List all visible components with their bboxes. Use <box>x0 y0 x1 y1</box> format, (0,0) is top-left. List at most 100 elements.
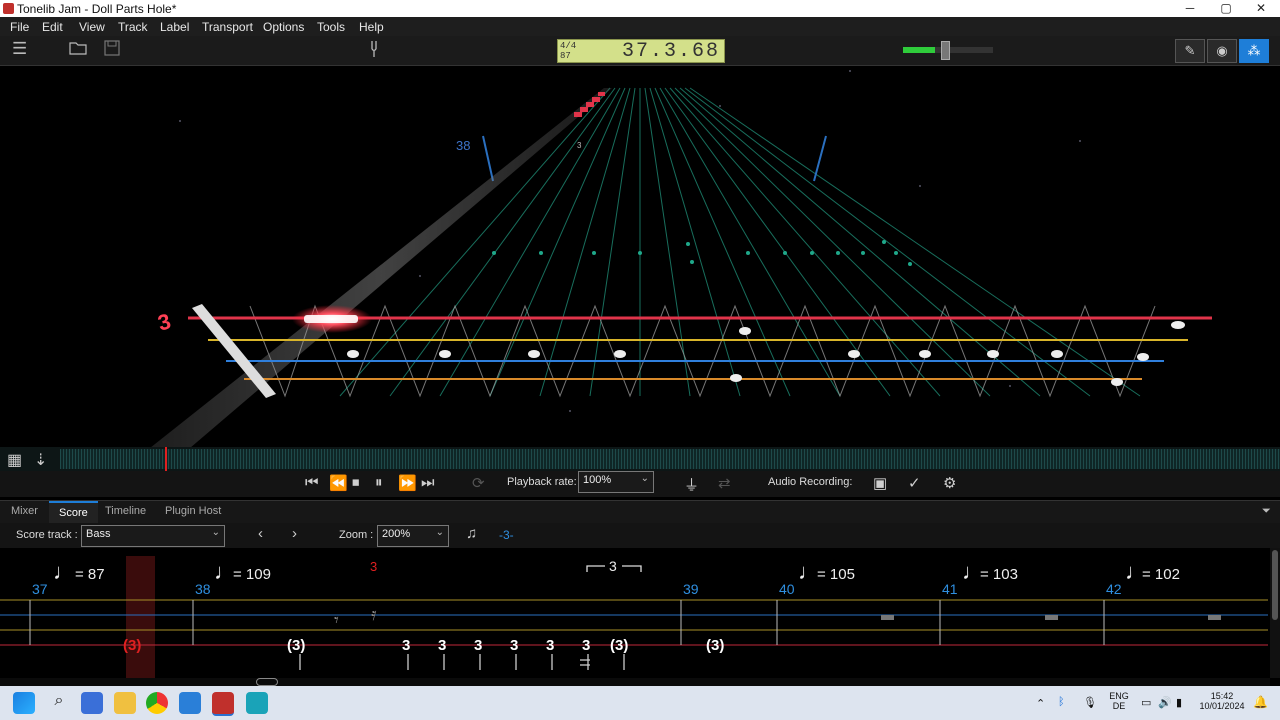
fretboard-highway-3d: 38 3 3 <box>150 70 1212 448</box>
menu-track[interactable]: Track <box>118 20 148 34</box>
far-measure-bar-right <box>813 135 827 182</box>
chrome-icon[interactable] <box>146 692 168 714</box>
volume-icon[interactable]: 🔊 <box>1158 696 1172 709</box>
vscode-icon[interactable] <box>179 692 201 714</box>
minimize-button[interactable]: ─ <box>1175 1 1205 15</box>
score-track-select[interactable]: Bass ⌄ <box>81 525 225 547</box>
edit-pencil-icon[interactable]: ✎ <box>1175 39 1205 63</box>
confirm-recording-icon[interactable]: ✓ <box>908 474 921 492</box>
clock[interactable]: 15:42 10/01/2024 <box>1196 691 1248 711</box>
menu-tools[interactable]: Tools <box>317 20 345 34</box>
bluetooth-icon[interactable]: ᛒ <box>1058 696 1065 708</box>
app-icon-taskbar[interactable] <box>246 692 268 714</box>
close-button[interactable]: ✕ <box>1246 1 1276 15</box>
playhead-cursor[interactable] <box>165 447 167 471</box>
highway-measure-number: 38 <box>456 138 470 153</box>
tab-plugin-host[interactable]: Plugin Host <box>165 505 221 517</box>
panel-filter-icon[interactable]: ⏷ <box>1262 505 1271 518</box>
transport-bar: ⏮ ⏪ ⏹ ⏸ ⏩ ⏭ ⟳ Playback rate: 100% ⌄ ⏚ ⇄ A… <box>0 471 1280 497</box>
zoom-label: Zoom : <box>339 529 374 541</box>
note-icon[interactable]: ♫ <box>466 525 477 542</box>
tab-mixer[interactable]: Mixer <box>11 505 38 517</box>
score-view[interactable]: 37 38 39 40 41 42 ♩ = 87 ♩ = 109 ♩ = 105… <box>0 548 1270 678</box>
tab-note: 3 <box>438 637 446 654</box>
file-explorer-icon[interactable] <box>114 692 136 714</box>
open-folder-icon[interactable] <box>69 40 87 61</box>
tempo-mark: = 103 <box>980 566 1018 583</box>
sort-down-icon[interactable]: ⇣ <box>34 450 47 470</box>
maximize-button[interactable]: ▢ <box>1211 1 1241 15</box>
view-eye-icon[interactable]: ◉ <box>1207 39 1237 63</box>
search-icon[interactable]: ⌕ <box>48 692 70 714</box>
measure-number: 38 <box>195 581 211 597</box>
measure-number: 40 <box>779 581 795 597</box>
measure-number: 41 <box>942 581 958 597</box>
tab-note: (3) <box>706 637 724 654</box>
menu-options[interactable]: Options <box>263 20 304 34</box>
go-to-end-icon[interactable]: ⏭ <box>421 474 435 491</box>
recording-settings-icon[interactable]: ⚙ <box>943 474 956 492</box>
rewind-icon[interactable]: ⏪ <box>329 474 348 492</box>
show-hidden-icons[interactable]: ⌃ <box>1036 697 1045 710</box>
audio-recording-label: Audio Recording: <box>768 476 853 488</box>
tuner-fork-icon[interactable] <box>369 40 379 63</box>
go-to-start-icon[interactable]: ⏮ <box>305 474 319 491</box>
windows-start-icon[interactable] <box>13 692 35 714</box>
song-progress-strip[interactable] <box>0 447 1280 471</box>
hamburger-menu-icon[interactable]: ☰ <box>12 39 27 59</box>
whole-rests <box>881 615 1221 620</box>
next-arrow-icon[interactable]: › <box>292 525 297 542</box>
tempo-mark: = 109 <box>233 566 271 583</box>
score-vertical-scrollbar[interactable] <box>1270 548 1280 678</box>
triplet-number: 3 <box>609 558 617 574</box>
quarter-note-icon: ♩ <box>53 559 75 584</box>
tempo-mark: = 87 <box>75 566 105 583</box>
save-icon[interactable] <box>104 40 120 61</box>
song-waveform[interactable] <box>60 449 1280 469</box>
tab-note: (3) <box>287 637 305 654</box>
title-bar: Tonelib Jam - Doll Parts Hole* ─ ▢ ✕ <box>0 0 1280 17</box>
score-track-label: Score track : <box>16 529 78 541</box>
highway-fret-number: 3 <box>155 308 173 335</box>
note-dots <box>347 321 1185 386</box>
menu-label[interactable]: Label <box>160 20 189 34</box>
language-indicator[interactable]: ENG DE <box>1108 691 1130 711</box>
loop-icon[interactable]: ⟳ <box>472 474 485 492</box>
sixteenth-rest-icon: 𝄿 <box>371 604 377 625</box>
tab-timeline[interactable]: Timeline <box>105 505 146 517</box>
master-volume-slider[interactable] <box>941 41 950 60</box>
tempo-mark: = 102 <box>1142 566 1180 583</box>
highway-far-note-label: 3 <box>577 141 582 150</box>
menu-edit[interactable]: Edit <box>42 20 63 34</box>
score-horizontal-scrollbar[interactable] <box>0 678 1270 686</box>
previous-arrow-icon[interactable]: ‹ <box>258 525 263 542</box>
red-marker: 3 <box>370 559 377 574</box>
mixer-nodes-icon[interactable]: ⁂ <box>1239 39 1269 63</box>
menu-view[interactable]: View <box>79 20 105 34</box>
zoom-select[interactable]: 200% ⌄ <box>377 525 449 547</box>
stop-icon[interactable]: ⏹ <box>352 474 360 491</box>
playback-rate-label: Playback rate: <box>507 476 577 488</box>
tonelib-jam-icon[interactable] <box>212 692 234 716</box>
battery-icon[interactable]: ▮ <box>1176 696 1182 709</box>
playback-rate-select[interactable]: 100% ⌄ <box>578 471 654 493</box>
microphone-icon[interactable]: 🎙 <box>1083 696 1097 709</box>
notification-bell-icon[interactable]: 🔔 <box>1253 695 1268 709</box>
pause-icon[interactable]: ⏸ <box>375 474 383 491</box>
network-icon[interactable]: ▭ <box>1141 696 1151 709</box>
menu-transport[interactable]: Transport <box>202 20 253 34</box>
fret-lines <box>339 87 1141 397</box>
tab-note: 3 <box>510 637 518 654</box>
fast-forward-icon[interactable]: ⏩ <box>398 474 417 492</box>
tab-note: 3 <box>474 637 482 654</box>
cursor-highlight <box>126 556 155 678</box>
count-in-icon[interactable]: ⇄ <box>718 474 731 492</box>
measure-number: 37 <box>32 581 48 597</box>
metronome-icon[interactable]: ⏚ <box>684 474 699 495</box>
menu-file[interactable]: File <box>10 20 29 34</box>
teams-icon[interactable] <box>81 692 103 714</box>
grid-view-icon[interactable]: ▦ <box>7 450 22 470</box>
menu-help[interactable]: Help <box>359 20 384 34</box>
record-icon[interactable]: ▣ <box>873 474 887 492</box>
position-display: 4/4 87 37.3.68 <box>557 39 725 63</box>
